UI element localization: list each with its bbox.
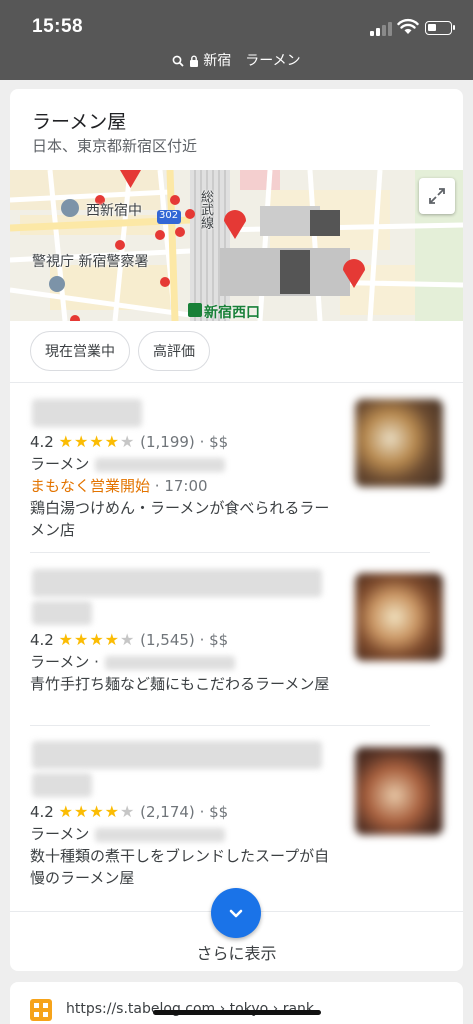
- map-label-station: 新宿西口: [204, 305, 260, 321]
- tabelog-favicon-icon: [30, 999, 52, 1021]
- divider: [30, 552, 430, 553]
- expand-icon: [429, 188, 445, 204]
- review-count: (2,174): [140, 803, 195, 821]
- star-rating-icon: ★★★★★: [58, 802, 136, 821]
- lock-icon: [189, 55, 198, 67]
- address-bar[interactable]: 新宿 ラーメン: [0, 50, 473, 70]
- review-count: (1,545): [140, 631, 195, 649]
- result-description: 鶏白湯つけめん・ラーメンが食べられるラーメン店: [30, 499, 330, 539]
- divider: [10, 382, 463, 383]
- price-level: · $$: [199, 433, 229, 451]
- map-expand-button[interactable]: [419, 178, 455, 214]
- card-title: ラーメン屋: [32, 111, 127, 133]
- map-route-shield: 302: [159, 210, 179, 221]
- home-indicator[interactable]: [153, 1010, 321, 1015]
- result-name-redacted: [32, 741, 322, 769]
- filter-chips: 現在営業中 高評価: [30, 331, 210, 371]
- address-redacted: [104, 655, 235, 670]
- local-results-card: ラーメン屋 日本、東京都新宿区付近 西新宿中 警視庁 新宿警察署 302 総武線…: [10, 89, 463, 971]
- cellular-signal-icon: [370, 22, 392, 36]
- result-name-redacted: [32, 601, 92, 625]
- web-result-card[interactable]: https://s.tabelog.com › tokyo › rank: [10, 982, 463, 1024]
- opening-status: まもなく営業開始: [30, 477, 151, 495]
- star-rating-icon: ★★★★★: [58, 432, 136, 451]
- show-more-button[interactable]: [211, 888, 261, 938]
- price-level: · $$: [199, 631, 229, 649]
- category: ラーメン: [30, 455, 90, 473]
- price-level: · $$: [199, 803, 229, 821]
- result-thumbnail-1[interactable]: [355, 399, 443, 487]
- result-thumbnail-2[interactable]: [355, 573, 443, 661]
- map-label-nishi-shinjuku-chu: 西新宿中: [86, 203, 142, 219]
- address-redacted: [95, 457, 226, 472]
- result-name-redacted: [32, 569, 322, 597]
- star-rating-icon: ★★★★★: [58, 630, 136, 649]
- map[interactable]: 西新宿中 警視庁 新宿警察署 302 総武線 新宿西口: [10, 170, 463, 321]
- chip-open-now[interactable]: 現在営業中: [30, 331, 130, 371]
- map-label-keishicho: 警視庁 新宿警察署: [32, 254, 149, 270]
- battery-icon: [425, 21, 455, 35]
- category: ラーメン ·: [30, 653, 99, 671]
- chip-top-rated[interactable]: 高評価: [138, 331, 210, 371]
- category: ラーメン: [30, 825, 90, 843]
- wifi-icon: [397, 18, 419, 34]
- card-subtitle: 日本、東京都新宿区付近: [32, 137, 198, 155]
- rating-value: 4.2: [30, 803, 54, 821]
- map-label-line: 総武線: [198, 190, 213, 229]
- opening-time: · 17:00: [154, 477, 208, 495]
- result-description: 青竹手打ち麺など麺にもこだわるラーメン屋: [30, 675, 330, 693]
- status-bar: 15:58 新宿 ラーメン: [0, 0, 473, 80]
- show-more-label[interactable]: さらに表示: [10, 940, 463, 964]
- address-redacted: [95, 827, 226, 842]
- address-query: 新宿 ラーメン: [203, 53, 301, 69]
- map-streets: [10, 170, 463, 321]
- search-icon: [172, 55, 184, 67]
- divider: [30, 725, 430, 726]
- result-thumbnail-3[interactable]: [355, 747, 443, 835]
- rating-value: 4.2: [30, 433, 54, 451]
- result-description: 数十種類の煮干しをブレンドしたスープが自慢のラーメン屋: [30, 847, 330, 887]
- chevron-down-icon: [229, 909, 243, 918]
- result-name-redacted: [32, 399, 142, 427]
- review-count: (1,199): [140, 433, 195, 451]
- clock: 15:58: [32, 16, 84, 37]
- rating-value: 4.2: [30, 631, 54, 649]
- result-name-redacted: [32, 773, 92, 797]
